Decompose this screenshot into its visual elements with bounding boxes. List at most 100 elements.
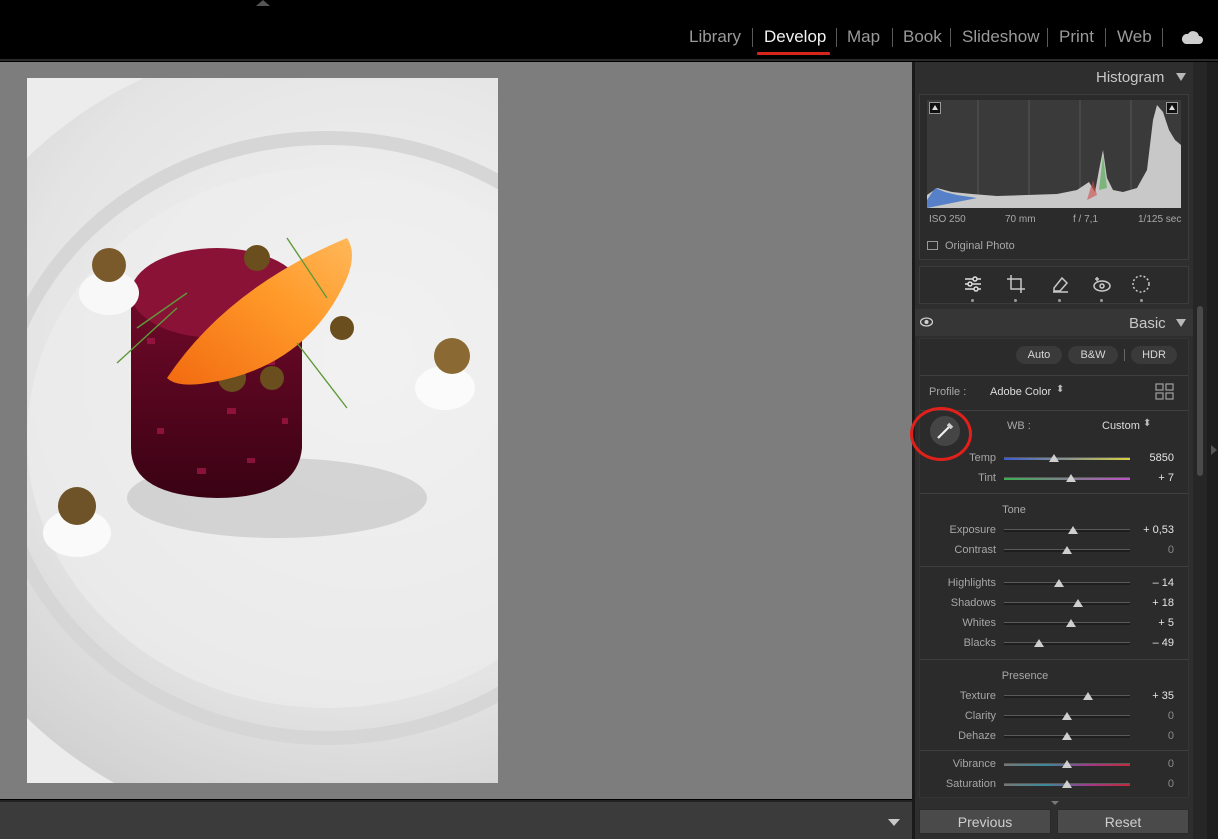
temp-value[interactable]: 5850 — [1124, 452, 1174, 464]
whites-value[interactable]: + 5 — [1124, 617, 1174, 629]
edit-sliders-icon[interactable] — [963, 274, 983, 294]
auto-button[interactable]: Auto — [1016, 346, 1062, 364]
shadow-clipping-button[interactable] — [929, 102, 941, 114]
vibrance-value[interactable]: 0 — [1124, 758, 1174, 770]
module-develop[interactable]: Develop — [764, 27, 826, 47]
texture-label: Texture — [959, 690, 996, 702]
module-map[interactable]: Map — [847, 27, 880, 47]
module-book[interactable]: Book — [903, 27, 942, 47]
contrast-slider-thumb[interactable] — [1062, 546, 1072, 554]
panel-more-icon — [1051, 801, 1059, 805]
photo-image — [27, 78, 498, 783]
button-separator — [1124, 349, 1125, 361]
active-module-underline — [757, 52, 830, 55]
vibrance-label: Vibrance — [952, 758, 996, 770]
hdr-button[interactable]: HDR — [1131, 346, 1177, 364]
histogram-collapse-icon[interactable] — [1176, 73, 1186, 81]
histogram-graph[interactable] — [927, 100, 1181, 208]
filmstrip-toggle-icon[interactable] — [888, 819, 900, 826]
module-library[interactable]: Library — [689, 27, 741, 47]
vibrance-slider-thumb[interactable] — [1062, 760, 1072, 768]
tool-indicator-dot — [1014, 299, 1017, 302]
bw-button[interactable]: B&W — [1068, 346, 1118, 364]
saturation-slider-thumb[interactable] — [1062, 780, 1072, 788]
whites-label: Whites — [962, 617, 996, 629]
texture-value[interactable]: + 35 — [1124, 690, 1174, 702]
exposure-label: Exposure — [949, 524, 996, 536]
profile-dropdown[interactable]: Adobe Color — [990, 386, 1051, 398]
temp-slider-track[interactable] — [1004, 457, 1130, 460]
highlights-value[interactable]: – 14 — [1124, 577, 1174, 589]
dehaze-slider-thumb[interactable] — [1062, 732, 1072, 740]
shadows-slider-thumb[interactable] — [1073, 599, 1084, 607]
photo-preview[interactable] — [27, 78, 498, 783]
section-divider — [920, 566, 1188, 567]
temp-slider-thumb[interactable] — [1049, 454, 1060, 462]
whites-slider-thumb[interactable] — [1065, 619, 1076, 627]
module-separator — [892, 28, 893, 47]
texture-slider-track[interactable] — [1004, 695, 1130, 698]
module-separator — [836, 28, 837, 47]
healing-eraser-icon[interactable] — [1050, 274, 1070, 294]
saturation-label: Saturation — [945, 778, 996, 790]
module-slideshow[interactable]: Slideshow — [962, 27, 1040, 47]
profile-browser-icon[interactable] — [1155, 383, 1175, 401]
basic-collapse-icon[interactable] — [1176, 319, 1186, 327]
eye-icon[interactable] — [920, 317, 933, 327]
bottom-toolbar — [0, 800, 912, 839]
tool-indicator-dot — [1100, 299, 1103, 302]
texture-slider-thumb[interactable] — [1083, 692, 1094, 700]
wb-dropdown[interactable]: Custom — [1102, 420, 1140, 432]
exposure-slider-track[interactable] — [1004, 529, 1130, 532]
panel-collapse-icon[interactable] — [1211, 445, 1217, 455]
original-photo-checkbox[interactable] — [927, 241, 938, 250]
module-separator — [752, 28, 753, 47]
tone-section-title: Tone — [1002, 504, 1026, 516]
module-separator — [1047, 28, 1048, 47]
profile-chevron-icon[interactable]: ⬍ — [1056, 384, 1064, 395]
shutter-value: 1/125 sec — [1138, 214, 1182, 225]
blacks-value[interactable]: – 49 — [1124, 637, 1174, 649]
original-photo-label: Original Photo — [945, 240, 1015, 252]
dehaze-label: Dehaze — [958, 730, 996, 742]
crop-icon[interactable] — [1006, 274, 1026, 294]
section-divider — [920, 659, 1188, 660]
tint-value[interactable]: + 7 — [1124, 472, 1174, 484]
blacks-slider-track[interactable] — [1004, 642, 1130, 645]
reset-button[interactable]: Reset — [1057, 809, 1189, 834]
tool-indicator-dot — [971, 299, 974, 302]
histogram-title[interactable]: Histogram — [1096, 69, 1164, 86]
highlights-label: Highlights — [947, 577, 996, 589]
shadows-value[interactable]: + 18 — [1124, 597, 1174, 609]
module-print[interactable]: Print — [1059, 27, 1094, 47]
basic-title: Basic — [1129, 315, 1166, 332]
wb-chevron-icon[interactable]: ⬍ — [1143, 418, 1151, 429]
clarity-slider-thumb[interactable] — [1062, 712, 1072, 720]
exposure-slider-thumb[interactable] — [1068, 526, 1079, 534]
module-web[interactable]: Web — [1117, 27, 1152, 47]
masking-icon[interactable] — [1130, 273, 1152, 295]
contrast-value[interactable]: 0 — [1124, 544, 1174, 556]
cloud-icon[interactable] — [1180, 28, 1204, 46]
shadows-slider-track[interactable] — [1004, 602, 1130, 605]
basic-panel — [919, 338, 1189, 798]
presence-section-title: Presence — [1001, 670, 1049, 682]
clarity-value[interactable]: 0 — [1124, 710, 1174, 722]
tint-slider-thumb[interactable] — [1065, 474, 1076, 482]
shadows-label: Shadows — [950, 597, 996, 609]
highlights-slider-track[interactable] — [1004, 582, 1130, 585]
exposure-value[interactable]: + 0,53 — [1124, 524, 1174, 536]
red-eye-icon[interactable] — [1092, 274, 1112, 294]
dehaze-value[interactable]: 0 — [1124, 730, 1174, 742]
tool-indicator-dot — [1140, 299, 1143, 302]
previous-button[interactable]: Previous — [919, 809, 1051, 834]
blacks-slider-thumb[interactable] — [1034, 639, 1045, 647]
module-separator — [1162, 28, 1163, 47]
top-panel-toggle-icon[interactable] — [256, 0, 270, 6]
highlight-clipping-button[interactable] — [1166, 102, 1178, 114]
tool-indicator-dot — [1058, 299, 1061, 302]
panel-scroll-thumb[interactable] — [1197, 306, 1203, 476]
temp-label: Temp — [969, 452, 996, 464]
highlights-slider-thumb[interactable] — [1054, 579, 1065, 587]
saturation-value[interactable]: 0 — [1124, 778, 1174, 790]
